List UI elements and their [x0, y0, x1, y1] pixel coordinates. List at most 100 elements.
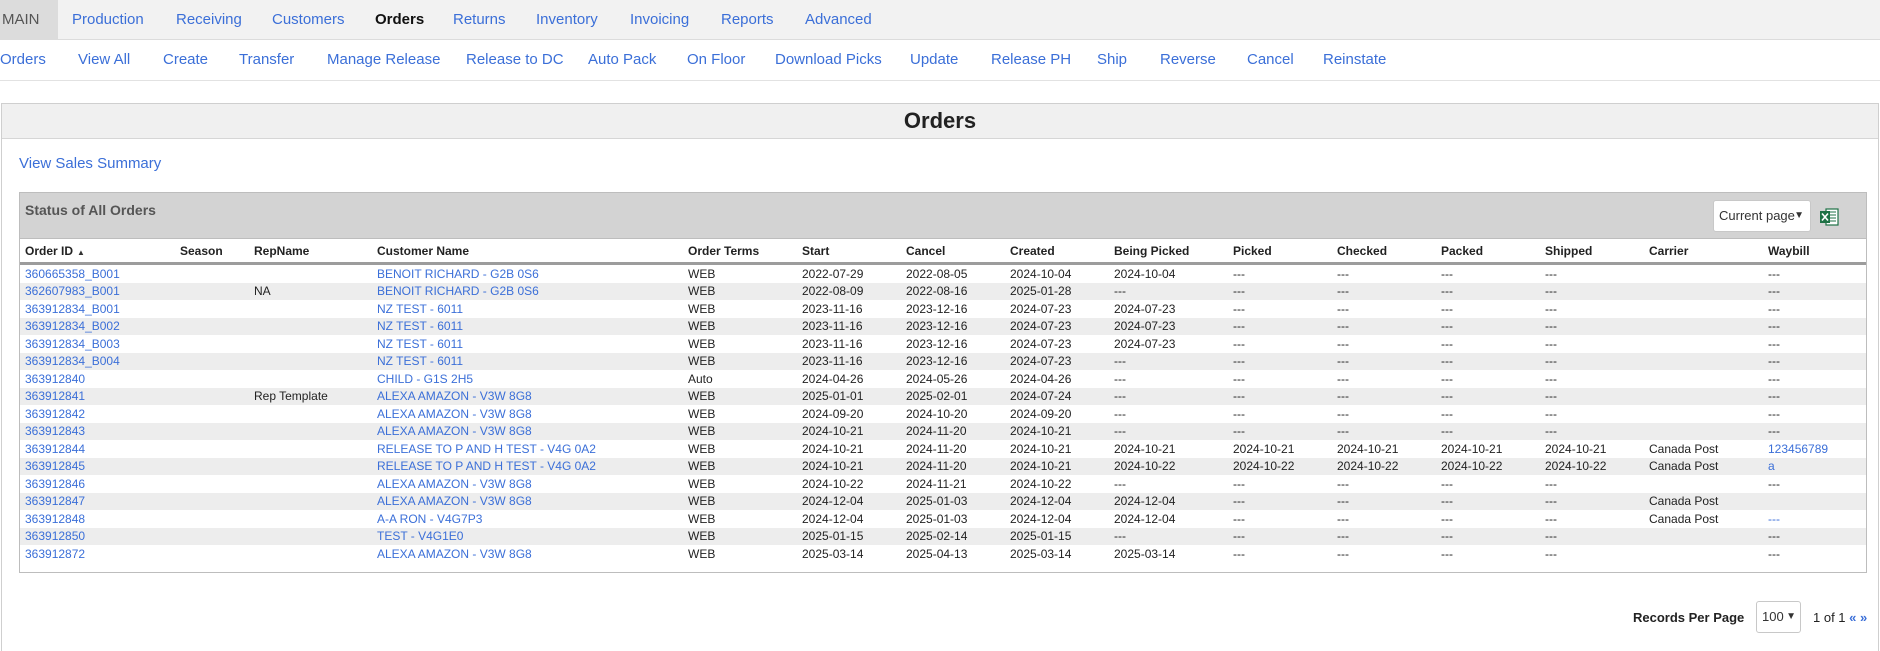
- cell-order-id[interactable]: 363912834_B004: [20, 352, 175, 370]
- subnav-reinstate[interactable]: Reinstate: [1323, 40, 1386, 80]
- subnav-download-picks[interactable]: Download Picks: [775, 40, 882, 80]
- cell-waybill[interactable]: 123456789: [1763, 440, 1866, 458]
- col-waybill[interactable]: Waybill: [1763, 239, 1866, 265]
- col-start[interactable]: Start: [797, 239, 901, 265]
- cell-customer-name[interactable]: BENOIT RICHARD - G2B 0S6: [372, 263, 683, 283]
- export-scope-select[interactable]: Current page ▼: [1713, 200, 1811, 232]
- subnav-transfer[interactable]: Transfer: [239, 40, 294, 80]
- cell-customer-name[interactable]: ALEXA AMAZON - V3W 8G8: [372, 492, 683, 510]
- nav-customers[interactable]: Customers: [272, 0, 345, 40]
- cell-order-id[interactable]: 363912840: [20, 370, 175, 388]
- cell-customer-name[interactable]: ALEXA AMAZON - V3W 8G8: [372, 422, 683, 440]
- nav-advanced[interactable]: Advanced: [805, 0, 872, 40]
- col-carrier[interactable]: Carrier: [1644, 239, 1763, 265]
- cell-customer-name[interactable]: ALEXA AMAZON - V3W 8G8: [372, 405, 683, 423]
- view-sales-summary-link[interactable]: View Sales Summary: [19, 155, 161, 172]
- col-order-id[interactable]: Order ID ▲: [20, 239, 175, 265]
- nav-inventory[interactable]: Inventory: [536, 0, 598, 40]
- cell-customer-name[interactable]: ALEXA AMAZON - V3W 8G8: [372, 387, 683, 405]
- cell-order-id[interactable]: 363912850: [20, 527, 175, 545]
- subnav-auto-pack[interactable]: Auto Pack: [588, 40, 656, 80]
- cell-order-id[interactable]: 363912846: [20, 475, 175, 493]
- nav-returns[interactable]: Returns: [453, 0, 506, 40]
- cell-customer-name[interactable]: RELEASE TO P AND H TEST - V4G 0A2: [372, 440, 683, 458]
- cell-customer-name[interactable]: ALEXA AMAZON - V3W 8G8: [372, 545, 683, 563]
- cell-rep-name: [249, 545, 372, 563]
- nav-reports[interactable]: Reports: [721, 0, 774, 40]
- subnav-release-to-dc[interactable]: Release to DC: [466, 40, 564, 80]
- col-shipped[interactable]: Shipped: [1540, 239, 1644, 265]
- col-created[interactable]: Created: [1005, 239, 1109, 265]
- cell-customer-name[interactable]: NZ TEST - 6011: [372, 352, 683, 370]
- cell-customer-name[interactable]: NZ TEST - 6011: [372, 300, 683, 318]
- subnav-update[interactable]: Update: [910, 40, 958, 80]
- col-rep-name[interactable]: RepName: [249, 239, 372, 265]
- cell-shipped: ---: [1540, 352, 1644, 370]
- cell-order-id[interactable]: 363912834_B002: [20, 317, 175, 335]
- subnav-orders[interactable]: Orders: [0, 40, 46, 80]
- cell-packed: ---: [1436, 475, 1540, 493]
- cell-waybill[interactable]: ---: [1763, 510, 1866, 528]
- cell-customer-name[interactable]: RELEASE TO P AND H TEST - V4G 0A2: [372, 457, 683, 475]
- subnav-create[interactable]: Create: [163, 40, 208, 80]
- cell-order-id[interactable]: 363912844: [20, 440, 175, 458]
- cell-start: 2024-10-21: [797, 440, 901, 458]
- cell-customer-name[interactable]: CHILD - G1S 2H5: [372, 370, 683, 388]
- cell-waybill[interactable]: a: [1763, 457, 1866, 475]
- cell-checked: ---: [1332, 527, 1436, 545]
- col-order-terms[interactable]: Order Terms: [683, 239, 797, 265]
- cell-order-id[interactable]: 363912834_B003: [20, 335, 175, 353]
- cell-carrier: [1644, 263, 1763, 283]
- cell-order-id[interactable]: 363912834_B001: [20, 300, 175, 318]
- nav-main[interactable]: MAIN: [0, 0, 58, 40]
- subnav-reverse[interactable]: Reverse: [1160, 40, 1216, 80]
- cell-picked: ---: [1228, 335, 1332, 353]
- col-cancel[interactable]: Cancel: [901, 239, 1005, 265]
- cell-customer-name[interactable]: TEST - V4G1E0: [372, 527, 683, 545]
- cell-order-id[interactable]: 363912843: [20, 422, 175, 440]
- subnav-on-floor[interactable]: On Floor: [687, 40, 745, 80]
- cell-customer-name[interactable]: A-A RON - V4G7P3: [372, 510, 683, 528]
- cell-packed: ---: [1436, 352, 1540, 370]
- subnav-view-all[interactable]: View All: [78, 40, 130, 80]
- cell-order-id[interactable]: 363912848: [20, 510, 175, 528]
- col-season[interactable]: Season: [175, 239, 249, 265]
- subnav-cancel[interactable]: Cancel: [1247, 40, 1294, 80]
- cell-season: [175, 405, 249, 423]
- col-picked[interactable]: Picked: [1228, 239, 1332, 265]
- cell-shipped: 2024-10-22: [1540, 457, 1644, 475]
- cell-order-id[interactable]: 363912841: [20, 387, 175, 405]
- cell-order-id[interactable]: 363912845: [20, 457, 175, 475]
- cell-order-id[interactable]: 363912872: [20, 545, 175, 563]
- excel-icon[interactable]: [1819, 207, 1839, 227]
- prev-page-link[interactable]: «: [1849, 610, 1856, 625]
- cell-order-id[interactable]: 363912842: [20, 405, 175, 423]
- cell-being-picked: ---: [1109, 475, 1228, 493]
- cell-customer-name[interactable]: ALEXA AMAZON - V3W 8G8: [372, 475, 683, 493]
- col-being-picked[interactable]: Being Picked: [1109, 239, 1228, 265]
- subnav-manage-release[interactable]: Manage Release: [327, 40, 440, 80]
- cell-order-id[interactable]: 360665358_B001: [20, 263, 175, 283]
- col-checked[interactable]: Checked: [1332, 239, 1436, 265]
- cell-created: 2024-10-21: [1005, 457, 1109, 475]
- cell-checked: ---: [1332, 422, 1436, 440]
- subnav-ship[interactable]: Ship: [1097, 40, 1127, 80]
- cell-order-id[interactable]: 362607983_B001: [20, 282, 175, 300]
- subnav-release-ph[interactable]: Release PH: [991, 40, 1071, 80]
- cell-start: 2024-12-04: [797, 492, 901, 510]
- cell-rep-name: [249, 405, 372, 423]
- nav-invoicing[interactable]: Invoicing: [630, 0, 689, 40]
- cell-being-picked: ---: [1109, 405, 1228, 423]
- nav-production[interactable]: Production: [72, 0, 144, 40]
- records-per-page-select[interactable]: 100 ▼: [1756, 601, 1801, 633]
- cell-order-terms: WEB: [683, 527, 797, 545]
- cell-order-id[interactable]: 363912847: [20, 492, 175, 510]
- next-page-link[interactable]: »: [1860, 610, 1867, 625]
- nav-orders[interactable]: Orders: [375, 0, 424, 40]
- col-packed[interactable]: Packed: [1436, 239, 1540, 265]
- col-customer-name[interactable]: Customer Name: [372, 239, 683, 265]
- nav-receiving[interactable]: Receiving: [176, 0, 242, 40]
- cell-customer-name[interactable]: NZ TEST - 6011: [372, 317, 683, 335]
- cell-customer-name[interactable]: NZ TEST - 6011: [372, 335, 683, 353]
- cell-customer-name[interactable]: BENOIT RICHARD - G2B 0S6: [372, 282, 683, 300]
